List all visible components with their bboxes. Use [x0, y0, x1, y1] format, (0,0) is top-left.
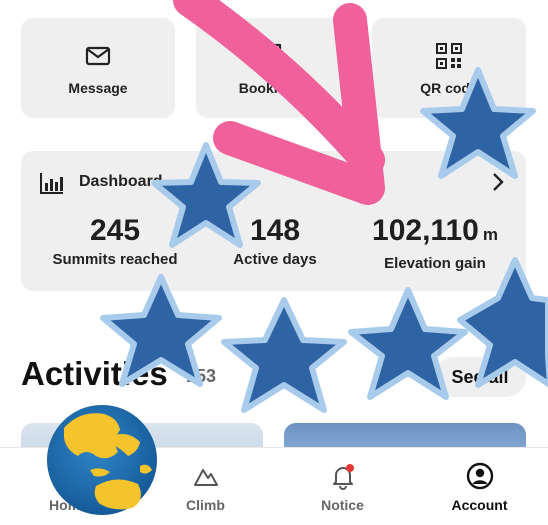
- tab-notice[interactable]: Notice: [274, 448, 411, 525]
- stat-caption: Elevation gain: [384, 255, 486, 272]
- stat-active-days: 148 Active days: [191, 213, 359, 268]
- tab-label: Climb: [186, 497, 225, 513]
- bookmark-tile[interactable]: Bookmark: [196, 18, 350, 118]
- tab-label: Notice: [321, 497, 364, 513]
- tab-label: Home: [49, 497, 88, 513]
- activities-heading: Activities: [21, 355, 168, 392]
- tab-climb[interactable]: Climb: [137, 448, 274, 525]
- stat-unit: m: [482, 225, 498, 244]
- activities-count: 153: [186, 366, 217, 386]
- stat-caption: Active days: [233, 251, 317, 268]
- tab-label: Account: [451, 497, 508, 513]
- message-tile[interactable]: Message: [21, 18, 175, 118]
- bell-icon: [332, 464, 354, 490]
- bottom-tab-bar: Home Climb Notice Account: [0, 447, 548, 525]
- notification-dot: [345, 464, 354, 472]
- message-label: Message: [68, 80, 128, 96]
- stat-value: 148: [249, 214, 301, 247]
- user-icon: [466, 462, 493, 490]
- tab-account[interactable]: Account: [411, 448, 548, 525]
- tab-home[interactable]: Home: [0, 448, 137, 525]
- chevron-right-icon[interactable]: [490, 171, 506, 193]
- bookmark-label: Bookmark: [238, 80, 308, 96]
- dashboard-card[interactable]: Dashboard 245 Summits reached 148 Active…: [21, 151, 526, 291]
- home-icon: [57, 464, 80, 487]
- bar-chart-icon: [40, 173, 63, 194]
- dashboard-title: Dashboard: [79, 173, 163, 190]
- qr-code-icon: [436, 43, 462, 69]
- stat-summits: 245 Summits reached: [31, 213, 199, 268]
- bookmark-icon: [264, 43, 282, 69]
- star-icon: [221, 297, 347, 413]
- mountain-icon: [193, 469, 218, 486]
- qr-code-tile[interactable]: QR code: [372, 18, 526, 118]
- stat-caption: Summits reached: [52, 251, 178, 268]
- stat-value: 245: [89, 214, 141, 247]
- stat-value: 102,110 m: [372, 214, 498, 247]
- envelope-icon: [85, 46, 111, 66]
- qr-code-label: QR code: [420, 80, 478, 96]
- see-all-button[interactable]: See all: [434, 357, 526, 397]
- stat-elevation: 102,110 m Elevation gain: [351, 213, 519, 272]
